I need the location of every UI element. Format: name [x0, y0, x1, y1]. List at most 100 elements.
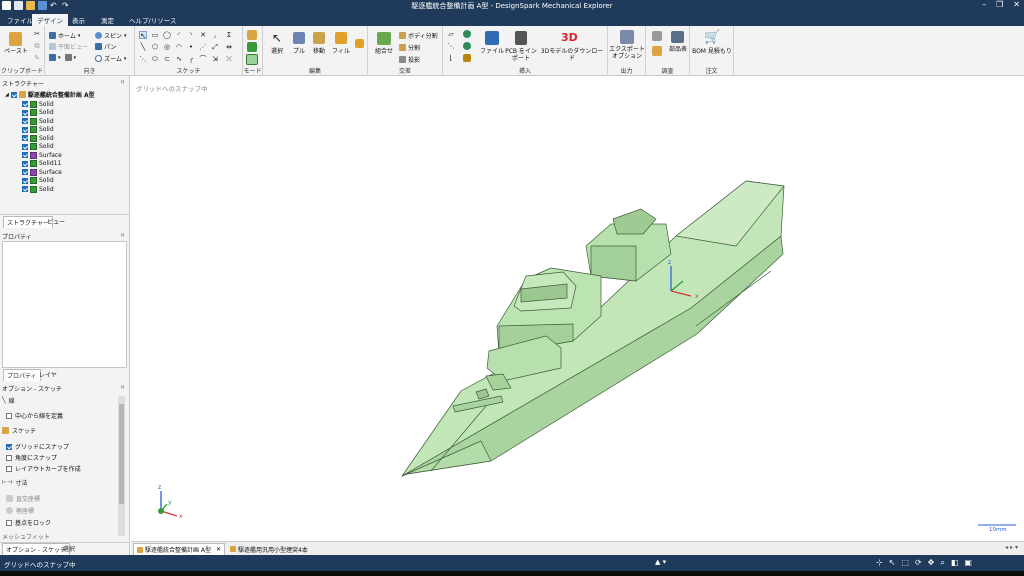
polar-option[interactable]: 極座標	[6, 506, 34, 515]
spin-button[interactable]: スピン ▾	[95, 31, 127, 40]
close-tab-icon[interactable]: ✕	[216, 546, 221, 553]
plane-view-button[interactable]: 平面ビュー	[49, 42, 88, 51]
project-button[interactable]: 投影	[399, 55, 420, 64]
three-point-circle-icon[interactable]: ◎	[163, 43, 171, 51]
bend-icon[interactable]: ⌒	[199, 55, 207, 63]
ellipse-icon[interactable]: ⬭	[151, 55, 159, 63]
view-cube-icon[interactable]: ◧	[951, 558, 959, 568]
snap-angle-checkbox[interactable]	[6, 454, 12, 461]
minimize-button[interactable]: –	[982, 0, 986, 9]
filter-icon[interactable]: ⊹	[876, 558, 883, 568]
close-button[interactable]: ✕	[1013, 0, 1020, 9]
tree-item-checkbox[interactable]	[22, 101, 28, 107]
tree-item[interactable]: Surface	[22, 151, 62, 159]
tree-item-checkbox[interactable]	[22, 109, 28, 116]
tab-help[interactable]: ヘルプ/リソース	[124, 14, 181, 26]
tree-item[interactable]: Surface	[22, 168, 62, 176]
fill-button[interactable]: フィル	[332, 48, 350, 55]
tree-item-checkbox[interactable]	[22, 143, 28, 150]
tree-item-checkbox[interactable]	[22, 152, 28, 158]
replace-icon[interactable]	[355, 39, 364, 48]
pan-button[interactable]: パン	[95, 42, 116, 51]
tree-item[interactable]: Solid	[22, 143, 54, 151]
tab-layers[interactable]: レイヤ	[36, 369, 60, 380]
file-insert-button[interactable]: ファイル	[479, 48, 505, 55]
move-button[interactable]: 移動	[310, 48, 328, 55]
tree-item-checkbox[interactable]	[22, 118, 28, 124]
define-from-center-checkbox[interactable]	[6, 412, 12, 419]
paste-button[interactable]: ペースト	[2, 48, 30, 55]
maximize-button[interactable]: ❐	[996, 0, 1003, 9]
fillet-icon[interactable]: ╭	[187, 55, 195, 63]
3d-mode-icon[interactable]	[246, 54, 258, 65]
download-3d-icon[interactable]: 3D	[561, 31, 578, 44]
spin-view-icon[interactable]: ⟳	[915, 558, 922, 568]
box-select-icon[interactable]: ⬚	[901, 558, 909, 568]
tree-item[interactable]: Solid	[22, 126, 54, 134]
layout-curve-option[interactable]: レイアウトカーブを作成	[6, 464, 81, 473]
tab-design[interactable]: デザイン	[32, 14, 68, 26]
parts-list-icon[interactable]	[671, 31, 684, 43]
tab-properties[interactable]: プロパティ	[3, 369, 41, 381]
select-button[interactable]: 選択	[266, 48, 288, 55]
offset-icon[interactable]: ⋰	[199, 43, 207, 51]
zoom-button[interactable]: ズーム ▾	[95, 54, 126, 63]
fill-icon[interactable]	[335, 32, 347, 44]
tree-root[interactable]: ◢ 駆逐艦統合整備計画 A型	[5, 90, 95, 99]
pan-view-icon[interactable]: ✥	[928, 558, 935, 568]
bom-quote-button[interactable]: BOM 見積もり	[692, 48, 732, 55]
doc-tab-funnel[interactable]: 駆逐艦用汎用小型煙突4本	[227, 543, 311, 555]
measure-icon[interactable]	[652, 31, 662, 41]
origin-icon[interactable]: ⌊	[447, 54, 455, 62]
properties-pin-icon[interactable]: ⌑	[121, 232, 124, 239]
file-insert-icon[interactable]	[485, 31, 499, 45]
view-cube-button[interactable]: ▾ ▾	[49, 54, 76, 61]
tree-item[interactable]: Solid11	[22, 160, 61, 168]
sphere-icon[interactable]	[463, 42, 471, 50]
tab-measure[interactable]: 測定	[96, 14, 119, 26]
tree-item-checkbox[interactable]	[22, 186, 28, 192]
split-button[interactable]: 分割	[399, 43, 420, 52]
options-pin-icon[interactable]: ⌑	[121, 384, 124, 391]
pull-icon[interactable]	[293, 32, 305, 44]
tab-scroll-arrows[interactable]: ◂ ▸ ▾	[1005, 544, 1018, 551]
polygon-icon[interactable]: ⬠	[151, 43, 159, 51]
3d-viewport[interactable]: グリッドへのスナップ中 z x z x y 10mm	[131, 76, 1024, 541]
move-icon[interactable]	[313, 32, 325, 44]
sketch-mode-icon[interactable]	[247, 30, 257, 40]
collapse-icon[interactable]: ◢	[5, 92, 9, 98]
cartesian-option[interactable]: 直交座標	[6, 494, 40, 503]
tree-item-checkbox[interactable]	[22, 177, 28, 184]
format-icon[interactable]: ✎	[33, 54, 41, 62]
display-icon[interactable]: ▣	[964, 558, 972, 568]
home-button[interactable]: ホーム ▾	[49, 31, 80, 40]
lock-ref-checkbox[interactable]	[6, 519, 12, 526]
tree-item[interactable]: Solid	[22, 134, 54, 142]
axis-icon[interactable]: ⋱	[447, 42, 455, 50]
cylinder-icon[interactable]	[463, 30, 471, 38]
arc-icon[interactable]: ◜	[175, 31, 183, 39]
combine-icon[interactable]	[377, 32, 391, 45]
section-mode-icon[interactable]	[247, 42, 257, 52]
options-scrollbar[interactable]	[118, 396, 125, 536]
pcb-import-icon[interactable]	[515, 31, 527, 45]
export-options-button[interactable]: エクスポート オプション	[609, 46, 645, 60]
extend-icon[interactable]: ⤢	[211, 43, 219, 51]
cut-icon[interactable]: ✂	[33, 30, 41, 38]
parts-list-button[interactable]: 部品表	[667, 46, 689, 53]
select-mode-icon[interactable]: ↖	[889, 558, 896, 568]
split-line-icon[interactable]: ⤫	[225, 55, 233, 63]
select-arrow-icon[interactable]: ↖	[139, 31, 147, 40]
snap-grid-option[interactable]: グリッドにスナップ	[6, 442, 69, 451]
tree-item-checkbox[interactable]	[22, 135, 28, 141]
tree-item[interactable]: Solid	[22, 117, 54, 125]
point-icon[interactable]: •	[187, 43, 195, 51]
split-body-button[interactable]: ボディ分割	[399, 31, 438, 40]
pull-button[interactable]: プル	[290, 48, 308, 55]
scale-icon[interactable]: ⇲	[211, 55, 219, 63]
zoom-view-icon[interactable]: ⌕	[940, 558, 944, 568]
define-from-center-option[interactable]: 中心から線を定義	[6, 411, 63, 420]
plane-icon[interactable]: ▱	[447, 30, 455, 38]
spline-icon[interactable]: ∿	[175, 55, 183, 63]
tab-selection[interactable]: 選択	[60, 543, 78, 554]
